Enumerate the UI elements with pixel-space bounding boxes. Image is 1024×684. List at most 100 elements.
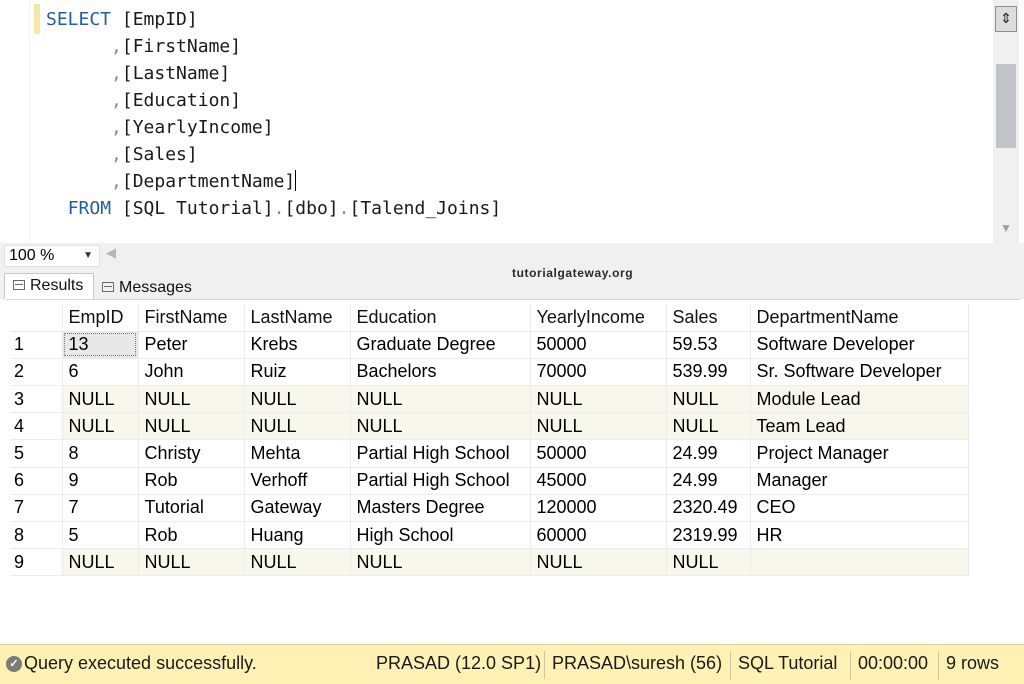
row-number[interactable]: 2: [10, 358, 63, 387]
grid-cell[interactable]: Partial High School: [350, 467, 531, 495]
grid-cell[interactable]: 13: [62, 331, 139, 359]
grid-cell[interactable]: NULL: [244, 548, 351, 577]
grid-cell[interactable]: Bachelors: [350, 358, 531, 387]
row-number[interactable]: 6: [10, 467, 63, 495]
grid-cell[interactable]: NULL: [350, 548, 531, 577]
grid-cell[interactable]: NULL: [530, 385, 667, 414]
tab-results[interactable]: Results: [4, 273, 94, 299]
grid-cell[interactable]: NULL: [62, 412, 139, 441]
row-number[interactable]: 3: [10, 385, 63, 414]
grid-cell[interactable]: 120000: [530, 494, 667, 523]
table-row[interactable]: 7 7 Tutorial Gateway Masters Degree 120000 232…: [10, 494, 969, 523]
grid-cell[interactable]: NULL: [62, 548, 139, 577]
code-line[interactable]: ,[Education]: [46, 87, 501, 114]
scroll-down-icon[interactable]: ▼: [996, 218, 1016, 238]
zoom-dropdown[interactable]: 100 % ▼: [4, 245, 100, 267]
grid-cell[interactable]: Graduate Degree: [350, 331, 531, 359]
column-header[interactable]: LastName: [244, 304, 351, 332]
scroll-left-icon[interactable]: ◀: [106, 245, 116, 261]
split-icon[interactable]: ⇕: [995, 6, 1017, 32]
grid-cell[interactable]: 539.99: [666, 358, 751, 387]
grid-cell[interactable]: Peter: [138, 331, 245, 359]
grid-cell[interactable]: High School: [350, 521, 531, 550]
grid-cell[interactable]: 24.99: [666, 467, 751, 495]
grid-cell[interactable]: NULL: [666, 412, 751, 441]
column-header[interactable]: Education: [350, 304, 531, 332]
grid-cell[interactable]: NULL: [62, 385, 139, 414]
grid-cell[interactable]: Rob: [138, 467, 245, 495]
grid-cell[interactable]: 8: [62, 439, 139, 468]
grid-cell[interactable]: Tutorial: [138, 494, 245, 523]
grid-cell[interactable]: NULL: [666, 548, 751, 577]
grid-cell[interactable]: NULL: [530, 548, 667, 577]
grid-cell[interactable]: Module Lead: [750, 385, 969, 414]
grid-cell[interactable]: 24.99: [666, 439, 751, 468]
grid-cell[interactable]: NULL: [350, 412, 531, 441]
grid-cell[interactable]: 70000: [530, 358, 667, 387]
grid-cell[interactable]: Krebs: [244, 331, 351, 359]
column-header[interactable]: DepartmentName: [750, 304, 969, 332]
grid-cell[interactable]: NULL: [138, 548, 245, 577]
scrollbar-thumb[interactable]: [996, 64, 1016, 148]
code-line[interactable]: ,[FirstName]: [46, 33, 501, 60]
grid-cell[interactable]: 6: [62, 358, 139, 387]
row-number[interactable]: 7: [10, 494, 63, 523]
row-number[interactable]: 1: [10, 331, 63, 359]
grid-cell[interactable]: Partial High School: [350, 439, 531, 468]
grid-cell[interactable]: Mehta: [244, 439, 351, 468]
grid-cell[interactable]: Team Lead: [750, 412, 969, 441]
grid-cell[interactable]: 2320.49: [666, 494, 751, 523]
table-row[interactable]: 9 NULL NULL NULL NULL NULL NULL: [10, 548, 969, 577]
row-number[interactable]: 5: [10, 439, 63, 468]
grid-cell[interactable]: NULL: [666, 385, 751, 414]
column-header[interactable]: YearlyIncome: [530, 304, 667, 332]
table-row[interactable]: 2 6 John Ruiz Bachelors 70000 539.99 Sr. Softwa…: [10, 358, 969, 387]
grid-cell[interactable]: Huang: [244, 521, 351, 550]
code-line[interactable]: ,[YearlyIncome]: [46, 114, 501, 141]
query-editor[interactable]: SELECT [EmpID] ,[FirstName] ,[LastName] …: [0, 0, 1024, 243]
row-number[interactable]: 9: [10, 548, 63, 577]
table-row[interactable]: 4 NULL NULL NULL NULL NULL NULL Team Lead: [10, 412, 969, 441]
grid-cell[interactable]: Verhoff: [244, 467, 351, 495]
editor-vertical-scrollbar[interactable]: ⇕ ▼: [993, 0, 1019, 243]
grid-cell[interactable]: [750, 548, 969, 577]
column-header[interactable]: FirstName: [138, 304, 245, 332]
grid-cell[interactable]: John: [138, 358, 245, 387]
code-line[interactable]: SELECT [EmpID]: [46, 6, 501, 33]
grid-cell[interactable]: Sr. Software Developer: [750, 358, 969, 387]
grid-cell[interactable]: Gateway: [244, 494, 351, 523]
grid-cell[interactable]: NULL: [244, 412, 351, 441]
grid-cell[interactable]: Software Developer: [750, 331, 969, 359]
sql-code[interactable]: SELECT [EmpID] ,[FirstName] ,[LastName] …: [46, 6, 501, 222]
grid-cell[interactable]: Project Manager: [750, 439, 969, 468]
row-number[interactable]: 4: [10, 412, 63, 441]
grid-cell[interactable]: Ruiz: [244, 358, 351, 387]
column-header[interactable]: Sales: [666, 304, 751, 332]
table-row[interactable]: 5 8 Christy Mehta Partial High School 50000 24…: [10, 439, 969, 468]
grid-cell[interactable]: 59.53: [666, 331, 751, 359]
grid-cell[interactable]: 9: [62, 467, 139, 495]
code-line[interactable]: ,[Sales]: [46, 141, 501, 168]
grid-cell[interactable]: Christy: [138, 439, 245, 468]
grid-cell[interactable]: NULL: [138, 412, 245, 441]
table-row[interactable]: 8 5 Rob Huang High School 60000 2319.99 HR: [10, 521, 969, 550]
grid-cell[interactable]: 5: [62, 521, 139, 550]
grid-cell[interactable]: Manager: [750, 467, 969, 495]
grid-cell[interactable]: 60000: [530, 521, 667, 550]
grid-cell[interactable]: 7: [62, 494, 139, 523]
column-header[interactable]: EmpID: [62, 304, 139, 332]
grid-cell[interactable]: NULL: [244, 385, 351, 414]
grid-cell[interactable]: NULL: [138, 385, 245, 414]
grid-cell[interactable]: NULL: [530, 412, 667, 441]
table-row[interactable]: 1 13 Peter Krebs Graduate Degree 50000 59.53 So…: [10, 331, 969, 359]
row-number[interactable]: 8: [10, 521, 63, 550]
grid-cell[interactable]: Masters Degree: [350, 494, 531, 523]
table-row[interactable]: 3 NULL NULL NULL NULL NULL NULL Module Lead: [10, 385, 969, 414]
grid-cell[interactable]: NULL: [350, 385, 531, 414]
grid-cell[interactable]: CEO: [750, 494, 969, 523]
grid-cell[interactable]: 45000: [530, 467, 667, 495]
table-row[interactable]: 6 9 Rob Verhoff Partial High School 45000 24.9…: [10, 467, 969, 495]
grid-cell[interactable]: Rob: [138, 521, 245, 550]
grid-cell[interactable]: HR: [750, 521, 969, 550]
grid-cell[interactable]: 2319.99: [666, 521, 751, 550]
